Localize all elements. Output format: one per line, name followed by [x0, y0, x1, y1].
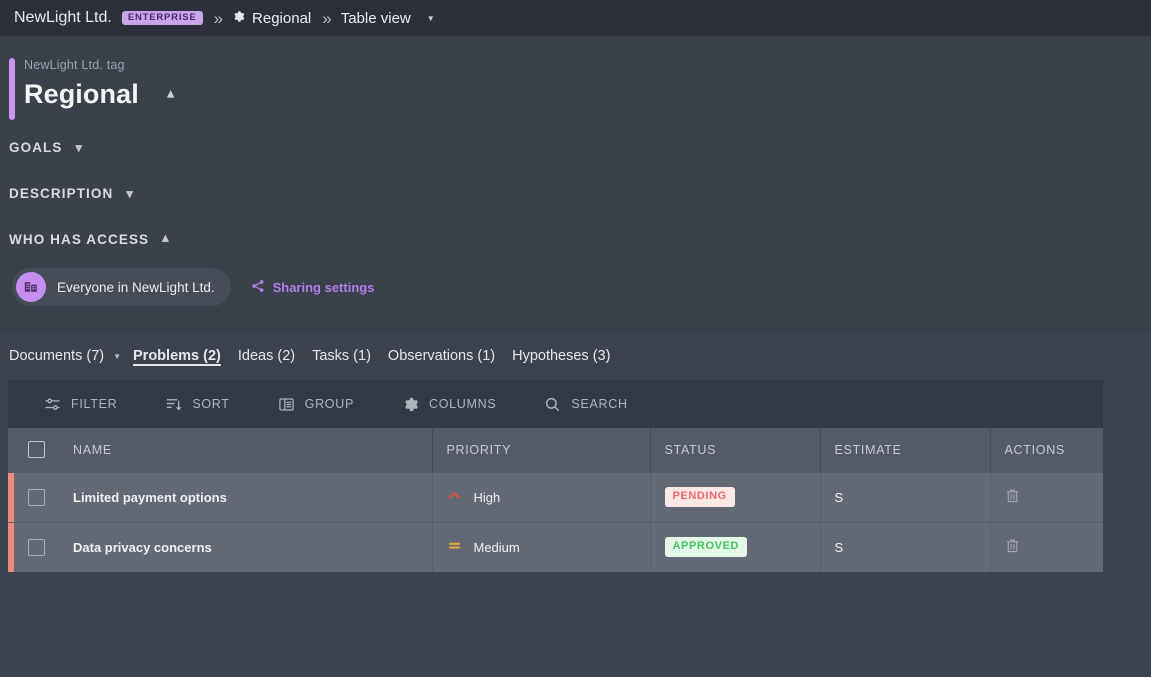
chevron-down-icon[interactable]: ▾ — [126, 187, 134, 200]
breadcrumb-tag-label: Regional — [252, 9, 312, 27]
filter-button[interactable]: FILTER — [44, 396, 117, 413]
group-list-icon — [278, 396, 295, 413]
problems-table: NAME PRIORITY STATUS ESTIMATE ACTIONS Li… — [8, 428, 1103, 572]
column-header-actions: ACTIONS — [990, 428, 1103, 472]
filter-label: FILTER — [71, 397, 118, 411]
sharing-settings-label: Sharing settings — [272, 279, 375, 295]
columns-button[interactable]: COLUMNS — [402, 396, 496, 413]
breadcrumb-view-label: Table view — [340, 9, 411, 27]
chevron-down-icon: ▼ — [426, 13, 435, 23]
table-row[interactable]: Limited payment options High PENDING S — [8, 471, 1103, 522]
breadcrumb-tag[interactable]: Regional — [232, 10, 311, 27]
cell-estimate: S — [820, 471, 991, 522]
equals-icon — [447, 538, 462, 556]
title-accent-bar — [9, 58, 15, 120]
row-checkbox[interactable] — [28, 488, 45, 506]
cell-status: APPROVED — [650, 521, 821, 572]
cell-status: PENDING — [650, 471, 821, 522]
tag-label: NewLight Ltd. tag — [24, 58, 125, 72]
breadcrumb-org[interactable]: NewLight Ltd. — [14, 9, 112, 27]
entity-tabs-wrap: Documents (7) ▼ Problems (2) Ideas (2) T… — [0, 332, 1151, 380]
status-badge: APPROVED — [664, 537, 748, 558]
column-header-name: NAME — [8, 428, 433, 472]
search-button[interactable]: SEARCH — [544, 396, 627, 413]
cell-actions — [990, 521, 1103, 572]
columns-label: COLUMNS — [429, 397, 497, 411]
cell-name: Data privacy concerns — [8, 521, 433, 572]
tab-documents[interactable]: Documents (7) ▼ — [9, 348, 133, 366]
section-access-label: WHO HAS ACCESS — [9, 232, 150, 247]
share-icon — [251, 279, 265, 296]
tab-documents-label: Documents (7) — [9, 348, 105, 364]
tab-problems-label: Problems (2) — [133, 348, 221, 364]
detail-panel: NewLight Ltd. tag Regional ▾ GOALS ▾ DES… — [0, 36, 1151, 332]
table-toolbar: FILTER SORT GROUP COLUMNS SEARCH — [8, 380, 1103, 428]
tab-observations[interactable]: Observations (1) — [388, 348, 512, 366]
row-priority-label: Medium — [473, 539, 520, 555]
chevron-down-icon[interactable]: ▼ — [113, 352, 121, 361]
cell-priority: Medium — [432, 521, 651, 572]
entity-tabs: Documents (7) ▼ Problems (2) Ideas (2) T… — [0, 332, 1151, 380]
sort-button[interactable]: SORT — [165, 396, 229, 413]
breadcrumb-view[interactable]: Table view ▼ — [341, 10, 435, 27]
breadcrumb-bar: NewLight Ltd. ENTERPRISE » Regional » Ta… — [0, 0, 1151, 36]
section-who-has-access: WHO HAS ACCESS ▾ Everyone in NewLight Lt… — [0, 232, 1151, 306]
search-icon — [544, 396, 561, 413]
group-label: GROUP — [304, 397, 354, 411]
search-label: SEARCH — [571, 397, 628, 411]
column-header-status[interactable]: STATUS — [650, 428, 821, 472]
breadcrumb-separator-2: » — [322, 8, 332, 28]
section-description-label: DESCRIPTION — [9, 186, 114, 201]
row-priority-label: High — [473, 489, 501, 505]
row-checkbox[interactable] — [28, 538, 45, 556]
row-name-label: Data privacy concerns — [73, 539, 212, 555]
cell-actions — [990, 471, 1103, 522]
row-name-label: Limited payment options — [73, 489, 227, 505]
sort-icon — [165, 396, 182, 413]
cell-priority: High — [432, 471, 651, 522]
building-icon — [16, 272, 46, 302]
status-badge: PENDING — [664, 487, 735, 507]
tab-tasks-label: Tasks (1) — [312, 348, 371, 364]
tab-tasks[interactable]: Tasks (1) — [312, 348, 388, 366]
table-header-row: NAME PRIORITY STATUS ESTIMATE ACTIONS — [8, 428, 1103, 472]
table-region: FILTER SORT GROUP COLUMNS SEARCH NAME PR… — [0, 380, 1151, 572]
chevron-up-icon — [447, 488, 462, 506]
plan-badge: ENTERPRISE — [121, 10, 203, 26]
filter-sliders-icon — [44, 396, 61, 413]
select-all-checkbox[interactable] — [28, 441, 45, 459]
chevron-up-icon[interactable]: ▾ — [162, 232, 170, 247]
page-title: Regional — [24, 79, 139, 109]
cell-name: Limited payment options — [8, 471, 433, 522]
section-goals-label: GOALS — [9, 140, 63, 155]
sharing-settings-button[interactable]: Sharing settings — [251, 279, 375, 296]
tab-hypotheses-label: Hypotheses (3) — [512, 348, 611, 364]
row-accent-bar — [8, 472, 14, 522]
sort-label: SORT — [192, 397, 230, 411]
gear-icon — [402, 396, 419, 413]
trash-icon[interactable] — [1005, 489, 1020, 507]
trash-icon[interactable] — [1005, 539, 1020, 557]
title-block: NewLight Ltd. tag Regional ▾ — [0, 58, 1151, 120]
column-header-priority[interactable]: PRIORITY — [432, 428, 651, 472]
breadcrumb-separator-1: » — [213, 8, 224, 28]
group-button[interactable]: GROUP — [278, 396, 354, 413]
tab-ideas[interactable]: Ideas (2) — [238, 348, 312, 366]
table-row[interactable]: Data privacy concerns Medium APPROVED S — [8, 521, 1103, 572]
chevron-down-icon[interactable]: ▾ — [76, 141, 84, 154]
gear-icon — [232, 10, 245, 27]
chevron-up-icon[interactable]: ▾ — [167, 86, 175, 103]
column-header-estimate[interactable]: ESTIMATE — [820, 428, 991, 472]
access-chip-label: Everyone in NewLight Ltd. — [57, 279, 215, 295]
section-goals[interactable]: GOALS ▾ — [0, 140, 1151, 155]
row-accent-bar — [8, 522, 14, 572]
tab-hypotheses[interactable]: Hypotheses (3) — [512, 348, 627, 366]
access-chip[interactable]: Everyone in NewLight Ltd. — [12, 268, 231, 306]
tab-observations-label: Observations (1) — [387, 348, 496, 364]
section-description[interactable]: DESCRIPTION ▾ — [0, 186, 1151, 201]
cell-estimate: S — [820, 521, 991, 572]
tab-ideas-label: Ideas (2) — [237, 348, 296, 364]
column-header-name-label: NAME — [73, 442, 112, 457]
tab-problems[interactable]: Problems (2) — [133, 348, 238, 366]
